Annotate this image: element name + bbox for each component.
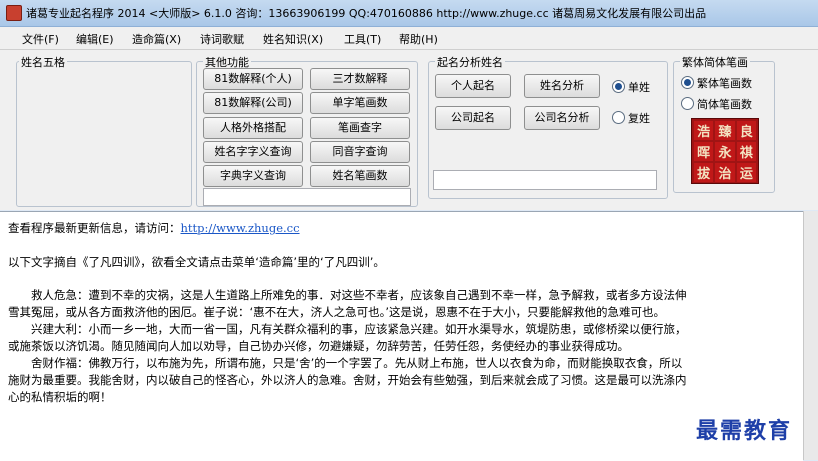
menu-destiny[interactable]: 造命篇(X) xyxy=(132,31,181,47)
menu-help[interactable]: 帮助(H) xyxy=(399,31,438,47)
personal-naming-button[interactable]: 个人起名 xyxy=(435,74,511,98)
name-meaning-button[interactable]: 姓名字字义查询 xyxy=(203,141,303,163)
paragraph-line: 或施茶饭以济饥渴。随见随闻向人加以劝导，自己协办兴修，勿避嫌疑，勿辞劳苦，任劳任… xyxy=(8,339,629,353)
compound-surname-radio[interactable] xyxy=(612,111,625,124)
menu-name-knowledge[interactable]: 姓名知识(X) xyxy=(263,31,323,47)
company-analysis-button[interactable]: 公司名分析 xyxy=(524,106,600,130)
paragraph-line: 施财为最重要。我能舍财，内以破自己的怪吝心，外以济人的急难。舍财，开始会有些勉强… xyxy=(8,373,687,387)
brush-char: 臻 xyxy=(715,121,735,140)
excerpt-note: 以下文字摘自《了凡四训》，欲看全文请点击菜单‘造命篇’里的‘了凡四训’。 xyxy=(8,255,385,269)
dictionary-meaning-button[interactable]: 字典字义查询 xyxy=(203,165,303,187)
vertical-scrollbar[interactable] xyxy=(803,211,818,460)
update-prefix: 查看程序最新更新信息，请访问： xyxy=(8,221,181,235)
website-link[interactable]: http://www.zhuge.cc xyxy=(181,221,300,235)
brush-char: 良 xyxy=(736,121,756,140)
single-char-strokes-button[interactable]: 单字笔画数 xyxy=(310,92,410,114)
brush-char: 祺 xyxy=(736,142,756,161)
name-grid-group: 姓名五格 xyxy=(16,54,192,207)
menu-edit[interactable]: 编辑(E) xyxy=(76,31,114,47)
num81-personal-button[interactable]: 81数解释(个人) xyxy=(203,68,303,90)
company-naming-button[interactable]: 公司起名 xyxy=(435,106,511,130)
menu-file[interactable]: 文件(F) xyxy=(22,31,59,47)
watermark-logo: 最需教育 xyxy=(696,418,793,444)
simplified-strokes-radio[interactable] xyxy=(681,97,694,110)
brush-char: 运 xyxy=(736,163,756,182)
stroke-lookup-button[interactable]: 笔画查字 xyxy=(310,117,410,139)
paragraph-line: 兴建大利：小而一乡一地，大而一省一国，凡有关群众福利的事，应该紧急兴建。如开水渠… xyxy=(8,322,687,336)
function-input[interactable] xyxy=(203,188,411,206)
name-analysis-button[interactable]: 姓名分析 xyxy=(524,74,600,98)
paragraph-line: 舍财作福：佛教万行，以布施为先，所谓布施，只是‘舍’的一个字罢了。先从财上布施，… xyxy=(8,356,683,370)
menu-poetry[interactable]: 诗词歌赋 xyxy=(200,31,244,47)
info-text-area[interactable]: 查看程序最新更新信息，请访问：http://www.zhuge.cc 以下文字摘… xyxy=(0,211,803,461)
naming-analysis-label: 起名分析姓名 xyxy=(435,54,505,70)
paragraph-line: 救人危急：遭到不幸的灾祸，这是人生道路上所难免的事．对这些不幸者，应该象自己遇到… xyxy=(8,288,687,302)
traditional-strokes-radio[interactable] xyxy=(681,76,694,89)
personality-pairing-button[interactable]: 人格外格搭配 xyxy=(203,117,303,139)
update-line: 查看程序最新更新信息，请访问：http://www.zhuge.cc xyxy=(8,220,300,236)
brush-char: 永 xyxy=(715,142,735,161)
paragraph-line: 心的私情积垢的啊！ xyxy=(8,390,112,404)
app-icon xyxy=(6,5,22,21)
brush-char: 浩 xyxy=(694,121,714,140)
calligraphy-image: 浩 臻 良 晖 永 祺 拔 治 运 xyxy=(691,118,759,184)
menu-bar: 文件(F) 编辑(E) 造命篇(X) 诗词歌赋 姓名知识(X) 工具(T) 帮助… xyxy=(0,27,818,50)
compound-surname-label: 复姓 xyxy=(628,112,650,125)
sancai-button[interactable]: 三才数解释 xyxy=(310,68,410,90)
name-input[interactable] xyxy=(433,170,657,190)
single-surname-label: 单姓 xyxy=(628,81,650,94)
brush-char: 晖 xyxy=(694,142,714,161)
stroke-count-label: 繁体简体笔画 xyxy=(680,54,750,70)
num81-company-button[interactable]: 81数解释(公司) xyxy=(203,92,303,114)
paragraph-line: 雪其冤屈，或从各方面救济他的困厄。崔子说：‘惠不在大，济人之急可也。’这是说，恩… xyxy=(8,305,666,319)
name-strokes-button[interactable]: 姓名笔画数 xyxy=(310,165,410,187)
simplified-strokes-label: 简体笔画数 xyxy=(697,98,752,111)
window-title: 诸葛专业起名程序 2014 <大师版> 6.1.0 咨询：13663906199… xyxy=(26,7,707,20)
title-bar[interactable]: 诸葛专业起名程序 2014 <大师版> 6.1.0 咨询：13663906199… xyxy=(0,0,818,27)
homophone-button[interactable]: 同音字查询 xyxy=(310,141,410,163)
name-grid-label: 姓名五格 xyxy=(19,54,67,70)
brush-char: 拔 xyxy=(694,163,714,182)
traditional-strokes-label: 繁体笔画数 xyxy=(697,77,752,90)
brush-char: 治 xyxy=(715,163,735,182)
single-surname-radio[interactable] xyxy=(612,80,625,93)
menu-tools[interactable]: 工具(T) xyxy=(344,31,381,47)
